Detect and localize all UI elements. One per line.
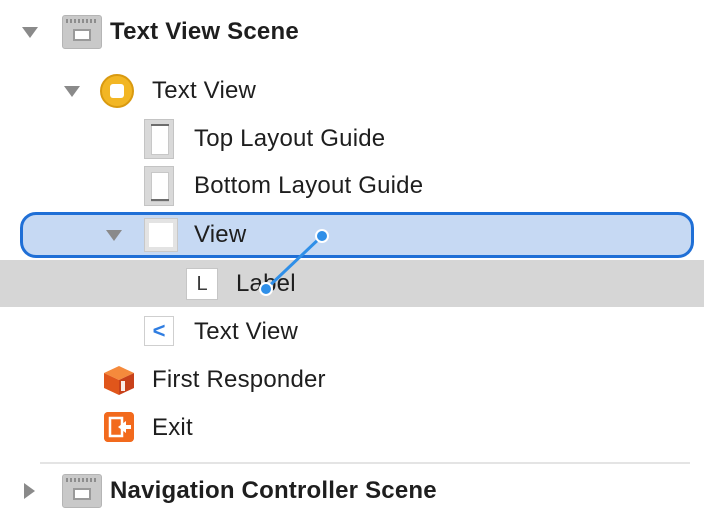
connection-drag-line[interactable] — [0, 0, 704, 511]
